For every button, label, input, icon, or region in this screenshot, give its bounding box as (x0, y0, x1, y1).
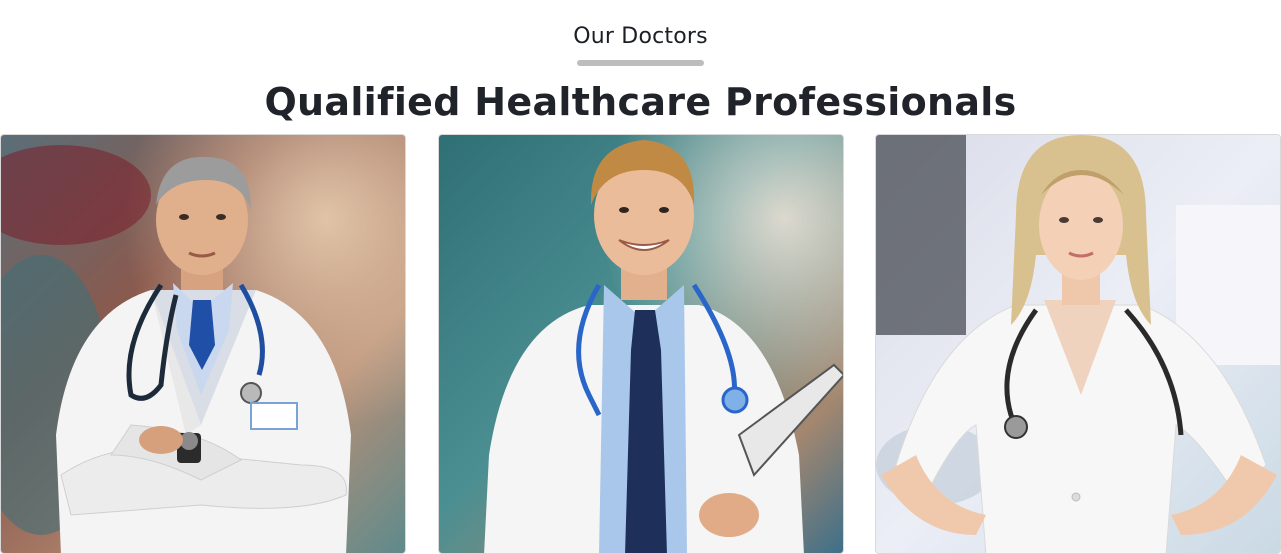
eyebrow-underline (577, 60, 704, 66)
doctor-photo (876, 135, 1280, 553)
doctor-card[interactable] (438, 134, 844, 554)
section-title: Qualified Healthcare Professionals (264, 80, 1017, 124)
doctor-photo (1, 135, 405, 553)
doctor-photo (439, 135, 843, 553)
section-eyebrow: Our Doctors (573, 24, 708, 49)
doctor-card[interactable] (0, 134, 406, 554)
doctor-card[interactable] (875, 134, 1281, 554)
